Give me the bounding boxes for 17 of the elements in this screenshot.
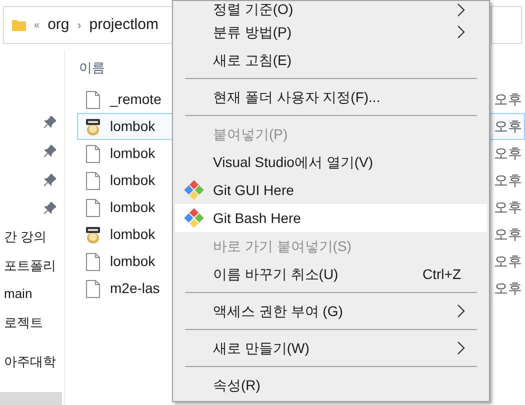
file-name: lombok: [110, 252, 156, 271]
modified-time: 오후: [494, 90, 523, 109]
shortcut-label: Ctrl+Z: [422, 264, 461, 284]
modified-time: 오후: [494, 225, 523, 244]
file-name: lombok: [110, 144, 156, 163]
file-name: lombok: [110, 225, 156, 244]
file-name: _remote: [110, 90, 162, 109]
file-name: lombok: [110, 117, 156, 136]
file-name: m2e-las: [110, 279, 161, 298]
file-name: lombok: [110, 198, 156, 217]
file-name: lombok: [110, 171, 156, 190]
modified-time: 오후: [494, 171, 523, 190]
modified-time: 오후: [494, 279, 523, 298]
modified-time: 오후: [494, 252, 523, 271]
modified-time: 오후: [494, 198, 523, 217]
modified-time: 오후: [494, 144, 523, 163]
modified-time: 오후: [494, 117, 523, 136]
